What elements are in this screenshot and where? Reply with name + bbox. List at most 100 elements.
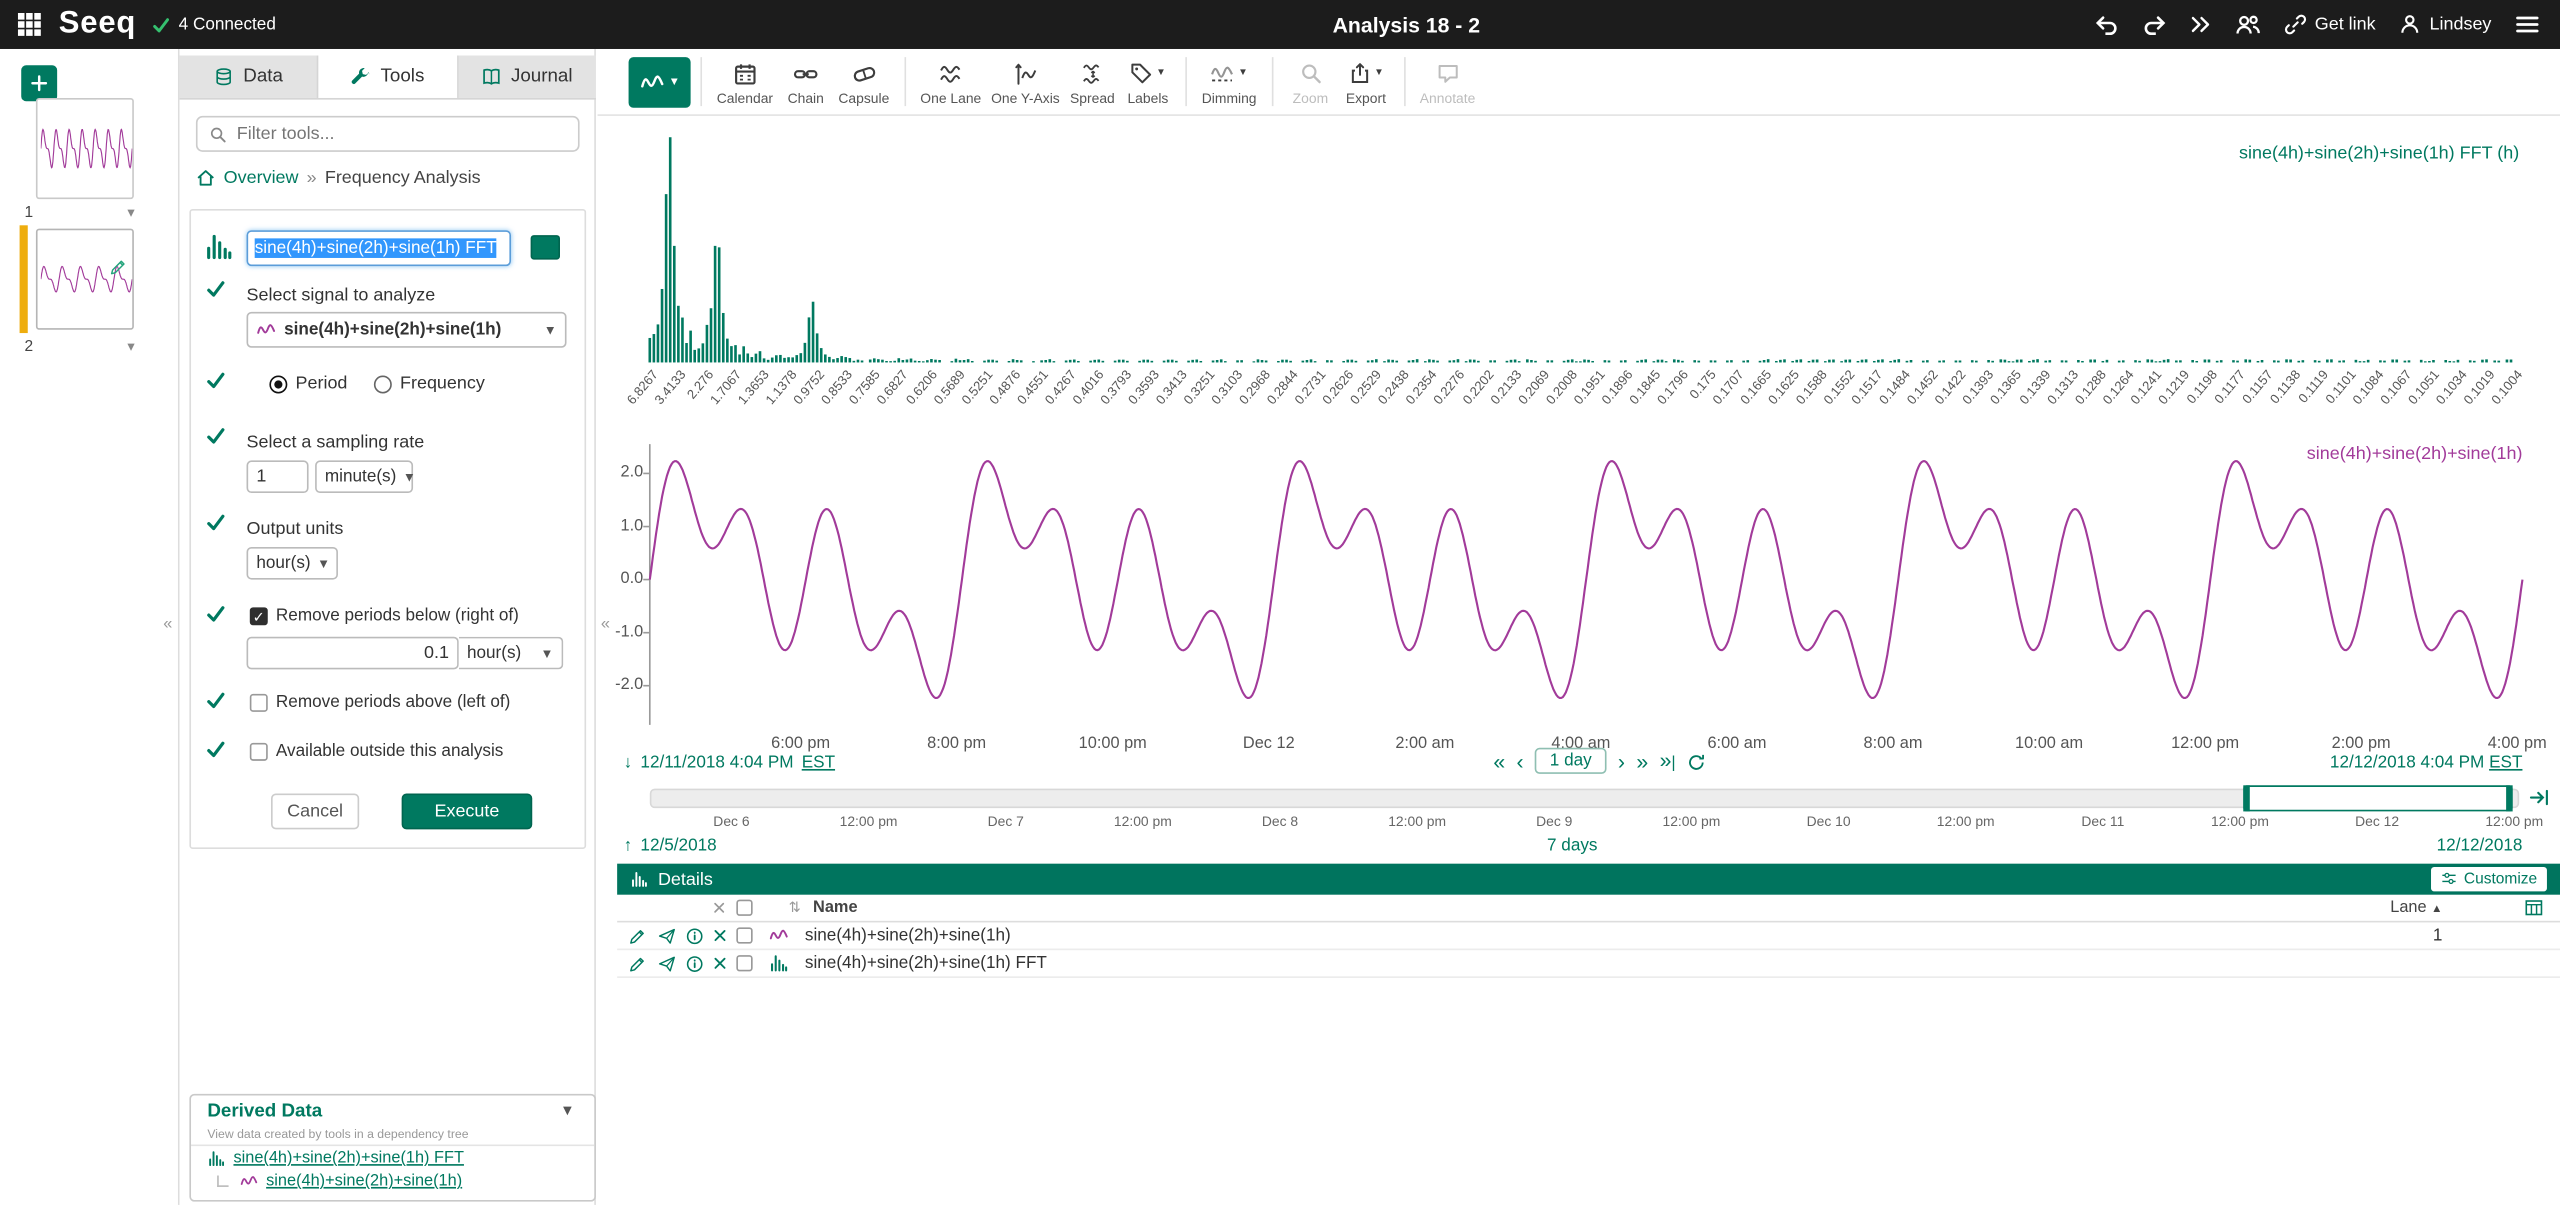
remove-icon[interactable] xyxy=(712,926,728,946)
worksheet-thumbnail-1[interactable] xyxy=(35,97,134,200)
remove-above-checkbox[interactable] xyxy=(249,693,268,712)
result-name-input[interactable]: sine(4h)+sine(2h)+sine(1h) FFT xyxy=(246,230,512,267)
selector-left-handle[interactable] xyxy=(2243,785,2250,812)
calendar-button[interactable]: Calendar xyxy=(712,57,778,106)
breadcrumb-overview[interactable]: Overview xyxy=(224,168,299,188)
search-input[interactable] xyxy=(236,124,567,144)
remove-icon[interactable] xyxy=(712,953,728,973)
home-icon[interactable] xyxy=(196,168,216,188)
fast-forward-icon[interactable] xyxy=(2189,13,2212,36)
frequency-radio-label[interactable]: Frequency xyxy=(400,374,485,394)
remove-all-icon[interactable] xyxy=(712,899,727,917)
seeq-logo[interactable]: Seeq xyxy=(59,7,136,43)
spread-button[interactable]: Spread xyxy=(1065,57,1121,106)
user-menu[interactable]: Lindsey xyxy=(2398,13,2491,36)
view-selector-button[interactable]: ▼ xyxy=(628,56,691,107)
worksheet-thumbnail-2[interactable] xyxy=(35,228,134,330)
tab-tools[interactable]: Tools xyxy=(318,55,459,98)
step-forward-large-icon[interactable]: » xyxy=(1636,750,1648,771)
customize-button[interactable]: Customize xyxy=(2431,866,2547,892)
redo-icon[interactable] xyxy=(2142,12,2166,36)
available-outside-label[interactable]: Available outside this analysis xyxy=(276,741,503,761)
row-name[interactable]: sine(4h)+sine(2h)+sine(1h) FFT xyxy=(805,953,1047,973)
navigate-icon[interactable] xyxy=(658,926,676,946)
one-y-axis-button[interactable]: One Y-Axis xyxy=(986,57,1064,106)
add-worksheet-button[interactable] xyxy=(21,65,58,102)
sort-icon[interactable]: ⇅ xyxy=(789,899,801,917)
frequency-radio[interactable] xyxy=(373,375,392,394)
row-name[interactable]: sine(4h)+sine(2h)+sine(1h) xyxy=(805,926,1011,946)
columns-icon[interactable] xyxy=(2524,898,2544,918)
derived-item-fft-link[interactable]: sine(4h)+sine(2h)+sine(1h) FFT xyxy=(233,1149,463,1167)
investigate-range-duration[interactable]: 7 days xyxy=(1523,836,1621,856)
investigate-range-end[interactable]: 12/12/2018 xyxy=(2437,836,2523,856)
timezone-link[interactable]: EST xyxy=(2489,753,2522,773)
sampling-rate-input[interactable] xyxy=(248,466,307,487)
get-link-button[interactable]: Get link xyxy=(2284,13,2376,36)
step-back-large-icon[interactable]: « xyxy=(1493,750,1505,771)
edit-pencil-icon[interactable] xyxy=(629,926,647,946)
row-checkbox[interactable] xyxy=(736,927,753,944)
derived-item-fft[interactable]: sine(4h)+sine(2h)+sine(1h) FFT xyxy=(207,1149,464,1167)
derived-item-signal-link[interactable]: sine(4h)+sine(2h)+sine(1h) xyxy=(266,1172,462,1190)
signal-select[interactable]: sine(4h)+sine(2h)+sine(1h) ▼ xyxy=(246,311,567,348)
remove-above-label[interactable]: Remove periods above (left of) xyxy=(276,692,510,712)
display-range-end[interactable]: 12/12/2018 4:04 PM EST xyxy=(2330,753,2523,773)
details-row-signal[interactable]: sine(4h)+sine(2h)+sine(1h) 1 xyxy=(617,922,2560,951)
color-swatch-button[interactable] xyxy=(530,235,560,260)
remove-below-label[interactable]: Remove periods below (right of) xyxy=(276,606,519,626)
period-radio[interactable] xyxy=(269,375,288,394)
capsule-button[interactable]: Capsule xyxy=(833,57,894,106)
refresh-icon[interactable] xyxy=(1687,750,1707,772)
trend-chart[interactable] xyxy=(637,434,2544,731)
display-range-selector[interactable] xyxy=(2243,785,2513,812)
step-to-end-icon[interactable]: »| xyxy=(1660,749,1676,772)
investigate-range-start[interactable]: ↑ 12/5/2018 xyxy=(624,836,717,856)
app-launcher-icon[interactable] xyxy=(16,11,42,37)
export-button[interactable]: ▼ Export xyxy=(1338,57,1394,106)
available-outside-checkbox[interactable] xyxy=(249,742,268,761)
output-units-select[interactable]: hour(s) ▼ xyxy=(246,546,338,580)
navigate-icon[interactable] xyxy=(658,953,676,973)
sampling-units-select[interactable]: minute(s) ▼ xyxy=(315,460,416,494)
row-checkbox[interactable] xyxy=(736,955,753,972)
filter-tools-search[interactable] xyxy=(195,115,580,152)
collapse-worksheet-panel-handle[interactable]: « xyxy=(163,616,172,634)
chain-button[interactable]: Chain xyxy=(778,57,834,106)
lane-column-header[interactable]: Lane ▲ xyxy=(2377,899,2442,917)
step-back-icon[interactable]: ‹ xyxy=(1517,750,1524,771)
step-forward-icon[interactable]: › xyxy=(1618,750,1625,771)
investigate-range-track[interactable] xyxy=(649,788,2520,809)
derived-item-signal[interactable]: sine(4h)+sine(2h)+sine(1h) xyxy=(217,1172,462,1190)
fft-chart[interactable] xyxy=(637,137,2531,363)
select-all-checkbox[interactable] xyxy=(736,899,753,916)
duration-button[interactable]: 1 day xyxy=(1535,747,1607,774)
collapse-tools-panel-handle[interactable]: « xyxy=(601,616,610,634)
worksheet-1-menu-chevron-icon[interactable]: ▾ xyxy=(127,204,134,222)
connection-status[interactable]: 4 Connected xyxy=(153,15,276,34)
edit-pencil-icon[interactable] xyxy=(629,953,647,973)
period-radio-label[interactable]: Period xyxy=(296,374,348,394)
worksheet-2-menu-chevron-icon[interactable]: ▾ xyxy=(127,338,134,356)
cancel-button[interactable]: Cancel xyxy=(271,793,360,830)
remove-below-checkbox[interactable]: ✓ xyxy=(249,607,268,626)
name-column-header[interactable]: Name xyxy=(813,899,857,917)
remove-below-units-select[interactable]: hour(s) ▼ xyxy=(458,636,564,670)
one-lane-button[interactable]: One Lane xyxy=(915,57,986,106)
row-lane[interactable]: 1 xyxy=(2377,926,2443,946)
users-icon[interactable] xyxy=(2235,11,2261,37)
info-icon[interactable] xyxy=(686,953,704,973)
auto-update-icon[interactable] xyxy=(2529,787,2550,808)
remove-below-input[interactable] xyxy=(248,643,458,663)
selector-right-handle[interactable] xyxy=(2506,785,2513,812)
derived-data-title[interactable]: Derived Data xyxy=(207,1102,322,1122)
details-row-fft[interactable]: sine(4h)+sine(2h)+sine(1h) FFT xyxy=(617,950,2560,978)
analysis-title[interactable]: Analysis 18 - 2 xyxy=(718,12,2094,36)
timezone-link[interactable]: EST xyxy=(802,753,835,773)
tab-data[interactable]: Data xyxy=(179,55,319,98)
labels-button[interactable]: ▼ Labels xyxy=(1120,57,1176,106)
tab-journal[interactable]: Journal xyxy=(458,55,596,98)
display-range-start[interactable]: ↓ 12/11/2018 4:04 PM EST xyxy=(624,753,835,773)
derived-data-collapse-chevron-icon[interactable]: ▼ xyxy=(560,1102,575,1118)
execute-button[interactable]: Execute xyxy=(401,793,533,830)
